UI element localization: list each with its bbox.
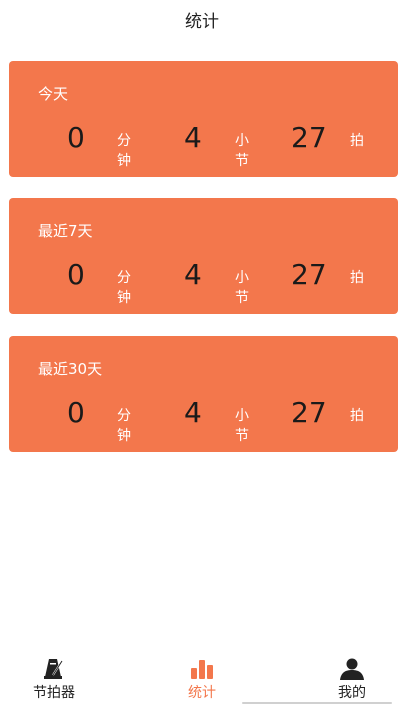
- minutes-unit-bottom: 钟: [117, 153, 131, 169]
- tab-profile[interactable]: 我的: [302, 648, 402, 708]
- person-icon: [339, 658, 365, 684]
- tab-label: 节拍器: [33, 685, 75, 701]
- bars-unit-top: 小: [235, 133, 249, 149]
- stats-card-30days: 最近30天 0 分 钟 4 小 节 27 拍: [9, 336, 398, 452]
- minutes-unit: 分 钟: [117, 268, 131, 308]
- minutes-unit-bottom: 钟: [117, 428, 131, 444]
- minutes-unit-top: 分: [117, 133, 131, 149]
- tab-metronome[interactable]: 节拍器: [4, 648, 104, 708]
- bars-unit: 小 节: [235, 131, 249, 171]
- beats-value: 27: [291, 258, 327, 291]
- minutes-unit: 分 钟: [117, 131, 131, 171]
- page-title: 统计: [185, 12, 219, 32]
- tab-statistics[interactable]: 统计: [152, 648, 252, 708]
- minutes-unit-bottom: 钟: [117, 290, 131, 306]
- card-label: 最近30天: [38, 360, 103, 378]
- bars-unit-top: 小: [235, 270, 249, 286]
- bars-unit-bottom: 节: [235, 428, 249, 444]
- minutes-value: 0: [67, 396, 85, 429]
- bars-value: 4: [184, 121, 202, 154]
- metronome-icon: [42, 658, 66, 684]
- bar-chart-icon: [189, 658, 215, 684]
- minutes-value: 0: [67, 121, 85, 154]
- beats-unit: 拍: [350, 133, 364, 149]
- bars-unit: 小 节: [235, 268, 249, 308]
- tab-label: 我的: [338, 685, 366, 701]
- bars-unit: 小 节: [235, 406, 249, 446]
- beats-unit: 拍: [350, 270, 364, 286]
- stats-card-7days: 最近7天 0 分 钟 4 小 节 27 拍: [9, 198, 398, 314]
- minutes-value: 0: [67, 258, 85, 291]
- card-label: 今天: [38, 85, 69, 103]
- minutes-unit-top: 分: [117, 270, 131, 286]
- tab-label: 统计: [188, 685, 216, 701]
- bars-unit-top: 小: [235, 408, 249, 424]
- card-label: 最近7天: [38, 222, 93, 240]
- minutes-unit: 分 钟: [117, 406, 131, 446]
- bars-value: 4: [184, 396, 202, 429]
- bars-unit-bottom: 节: [235, 153, 249, 169]
- stats-card-today: 今天 0 分 钟 4 小 节 27 拍: [9, 61, 398, 177]
- beats-value: 27: [291, 396, 327, 429]
- beats-unit: 拍: [350, 408, 364, 424]
- bars-value: 4: [184, 258, 202, 291]
- minutes-unit-top: 分: [117, 408, 131, 424]
- bottom-tab-bar: 节拍器 统计 我的: [0, 648, 404, 708]
- bars-unit-bottom: 节: [235, 290, 249, 306]
- beats-value: 27: [291, 121, 327, 154]
- home-indicator: [242, 702, 392, 704]
